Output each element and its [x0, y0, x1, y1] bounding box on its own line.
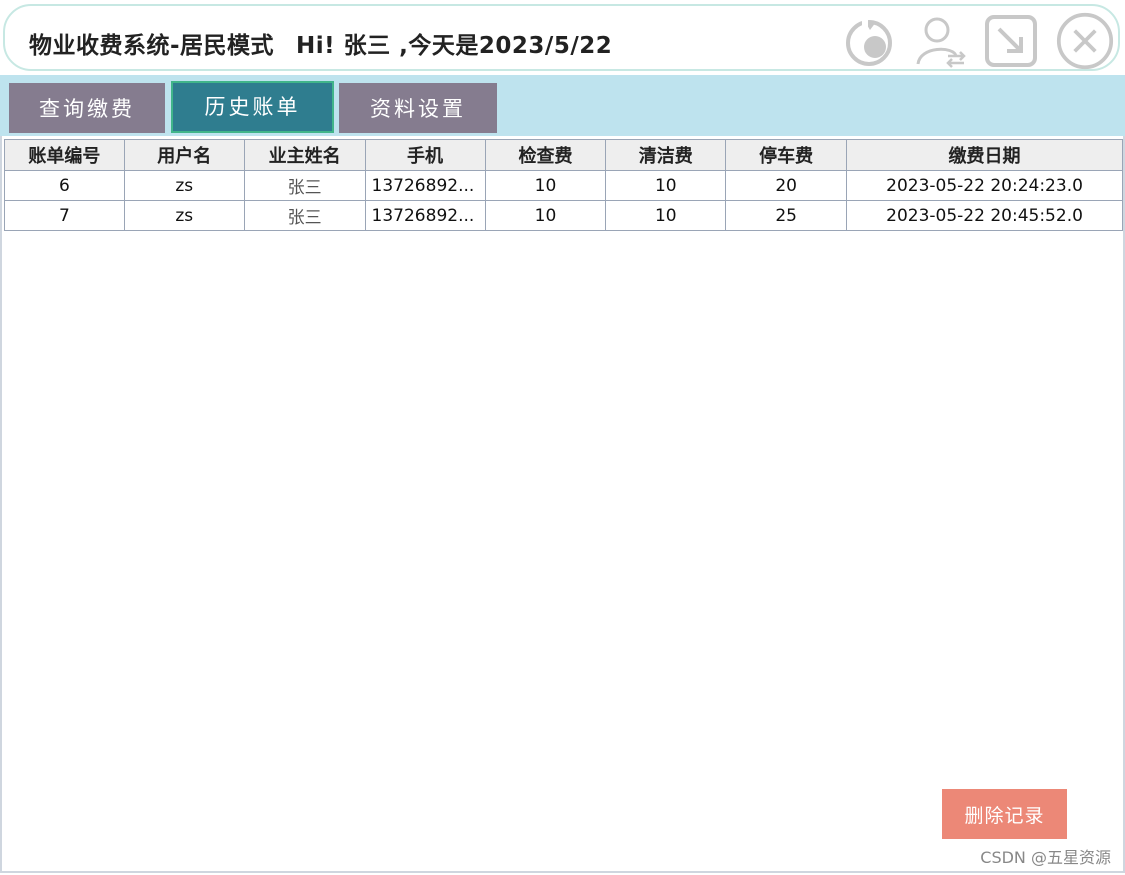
minimize-icon[interactable] — [982, 12, 1040, 70]
cell-payment-date[interactable]: 2023-05-22 20:45:52.0 — [846, 200, 1123, 231]
column-header-parking-fee[interactable]: 停车费 — [725, 139, 848, 171]
cell-owner-name[interactable]: 张三 — [243, 200, 366, 231]
column-header-username[interactable]: 用户名 — [123, 139, 245, 171]
app-title: 物业收费系统-居民模式 — [29, 33, 275, 59]
column-header-payment-date[interactable]: 缴费日期 — [846, 139, 1123, 171]
delete-record-button[interactable]: 删除记录 — [942, 789, 1067, 839]
column-header-bill-id[interactable]: 账单编号 — [4, 139, 125, 171]
cell-cleaning-fee[interactable]: 10 — [605, 200, 727, 231]
watermark-text: CSDN @五星资源 — [980, 848, 1111, 867]
table-row[interactable]: 6 zs 张三 13726892... 10 10 20 2023-05-22 … — [4, 170, 1123, 201]
column-header-cleaning-fee[interactable]: 清洁费 — [605, 139, 727, 171]
column-header-owner-name[interactable]: 业主姓名 — [243, 139, 366, 171]
greeting-text: Hi! 张三 ,今天是2023/5/22 — [296, 33, 613, 59]
bill-history-panel: 账单编号 用户名 业主姓名 手机 检查费 清洁费 停车费 缴费日期 6 zs 张… — [0, 136, 1125, 873]
table-header-row: 账单编号 用户名 业主姓名 手机 检查费 清洁费 停车费 缴费日期 — [4, 139, 1123, 171]
cell-inspection-fee[interactable]: 10 — [484, 200, 607, 231]
tab-bar: 查询缴费 历史账单 资料设置 — [0, 75, 1125, 136]
tab-history-bills[interactable]: 历史账单 — [171, 81, 334, 133]
refresh-icon[interactable] — [840, 12, 898, 70]
cell-owner-name[interactable]: 张三 — [243, 170, 366, 201]
cell-payment-date[interactable]: 2023-05-22 20:24:23.0 — [846, 170, 1123, 201]
tab-query-payment[interactable]: 查询缴费 — [9, 83, 165, 133]
cell-inspection-fee[interactable]: 10 — [484, 170, 607, 201]
tab-profile-settings[interactable]: 资料设置 — [339, 83, 497, 133]
table-row[interactable]: 7 zs 张三 13726892... 10 10 25 2023-05-22 … — [4, 200, 1123, 231]
column-header-phone[interactable]: 手机 — [364, 139, 486, 171]
bill-table: 账单编号 用户名 业主姓名 手机 检查费 清洁费 停车费 缴费日期 6 zs 张… — [4, 139, 1123, 231]
cell-bill-id[interactable]: 7 — [4, 200, 125, 231]
cell-username[interactable]: zs — [123, 170, 245, 201]
close-icon[interactable] — [1056, 12, 1114, 70]
app-window: 物业收费系统-居民模式 Hi! 张三 ,今天是2023/5/22 查询缴费 历史… — [0, 0, 1125, 875]
cell-parking-fee[interactable]: 25 — [725, 200, 848, 231]
cell-parking-fee[interactable]: 20 — [725, 170, 848, 201]
cell-cleaning-fee[interactable]: 10 — [605, 170, 727, 201]
window-title: 物业收费系统-居民模式 Hi! 张三 ,今天是2023/5/22 — [29, 26, 612, 60]
cell-username[interactable]: zs — [123, 200, 245, 231]
title-bar: 物业收费系统-居民模式 Hi! 张三 ,今天是2023/5/22 — [3, 4, 1120, 71]
cell-phone[interactable]: 13726892... — [364, 170, 486, 201]
switch-user-icon[interactable] — [910, 12, 968, 70]
column-header-inspection-fee[interactable]: 检查费 — [484, 139, 607, 171]
cell-phone[interactable]: 13726892... — [364, 200, 486, 231]
cell-bill-id[interactable]: 6 — [4, 170, 125, 201]
